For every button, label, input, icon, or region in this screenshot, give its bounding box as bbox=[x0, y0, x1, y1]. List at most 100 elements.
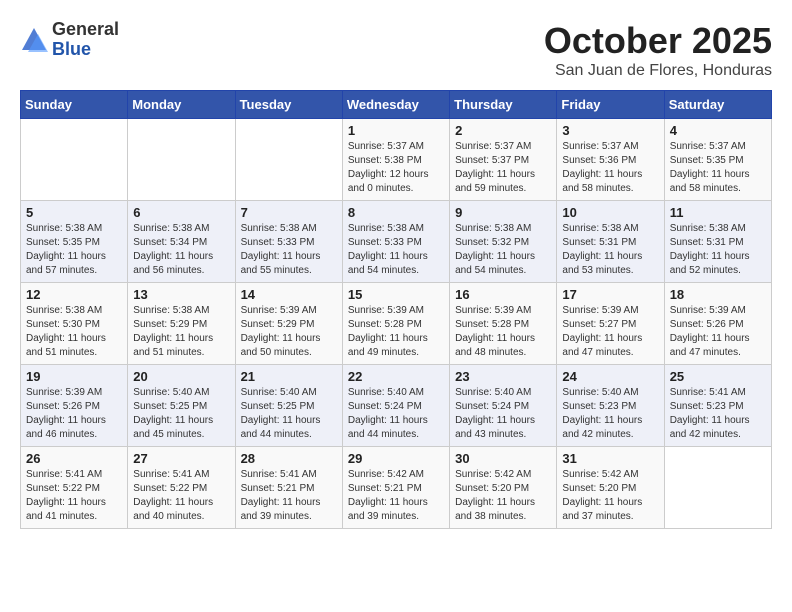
table-row: 13 Sunrise: 5:38 AM Sunset: 5:29 PM Dayli… bbox=[128, 283, 235, 365]
day-info: Sunrise: 5:40 AM Sunset: 5:23 PM Dayligh… bbox=[562, 386, 658, 442]
day-info: Sunrise: 5:39 AM Sunset: 5:26 PM Dayligh… bbox=[26, 386, 122, 442]
header-monday: Monday bbox=[128, 91, 235, 119]
day-number: 27 bbox=[133, 451, 229, 466]
day-number: 20 bbox=[133, 369, 229, 384]
day-number: 8 bbox=[348, 205, 444, 220]
page-header: General Blue October 2025 San Juan de Fl… bbox=[20, 20, 772, 80]
table-row: 2 Sunrise: 5:37 AM Sunset: 5:37 PM Daylig… bbox=[450, 119, 557, 201]
logo-general-text: General bbox=[52, 20, 119, 40]
day-number: 3 bbox=[562, 123, 658, 138]
day-number: 14 bbox=[241, 287, 337, 302]
table-row: 27 Sunrise: 5:41 AM Sunset: 5:22 PM Dayli… bbox=[128, 447, 235, 529]
day-info: Sunrise: 5:38 AM Sunset: 5:31 PM Dayligh… bbox=[670, 222, 766, 278]
day-number: 9 bbox=[455, 205, 551, 220]
table-row: 17Sunrise: 5:39 AM Sunset: 5:27 PM Dayli… bbox=[557, 283, 664, 365]
table-row bbox=[128, 119, 235, 201]
table-row: 14Sunrise: 5:39 AM Sunset: 5:29 PM Dayli… bbox=[235, 283, 342, 365]
table-row: 25 Sunrise: 5:41 AM Sunset: 5:23 PM Dayli… bbox=[664, 365, 771, 447]
day-info: Sunrise: 5:37 AM Sunset: 5:36 PM Dayligh… bbox=[562, 140, 658, 196]
day-info: Sunrise: 5:39 AM Sunset: 5:28 PM Dayligh… bbox=[348, 304, 444, 360]
day-number: 1 bbox=[348, 123, 444, 138]
day-number: 15 bbox=[348, 287, 444, 302]
day-info: Sunrise: 5:42 AM Sunset: 5:21 PM Dayligh… bbox=[348, 468, 444, 524]
day-info: Sunrise: 5:40 AM Sunset: 5:25 PM Dayligh… bbox=[241, 386, 337, 442]
table-row: 12 Sunrise: 5:38 AM Sunset: 5:30 PM Dayli… bbox=[21, 283, 128, 365]
table-row: 30 Sunrise: 5:42 AM Sunset: 5:20 PM Dayli… bbox=[450, 447, 557, 529]
day-number: 23 bbox=[455, 369, 551, 384]
day-number: 19 bbox=[26, 369, 122, 384]
table-row: 31 Sunrise: 5:42 AM Sunset: 5:20 PM Dayli… bbox=[557, 447, 664, 529]
calendar-week-row: 12 Sunrise: 5:38 AM Sunset: 5:30 PM Dayli… bbox=[21, 283, 772, 365]
table-row: 11 Sunrise: 5:38 AM Sunset: 5:31 PM Dayli… bbox=[664, 201, 771, 283]
header-thursday: Thursday bbox=[450, 91, 557, 119]
day-info: Sunrise: 5:38 AM Sunset: 5:33 PM Dayligh… bbox=[241, 222, 337, 278]
day-number: 31 bbox=[562, 451, 658, 466]
day-info: Sunrise: 5:40 AM Sunset: 5:24 PM Dayligh… bbox=[348, 386, 444, 442]
title-area: October 2025 San Juan de Flores, Hondura… bbox=[544, 20, 772, 80]
day-number: 7 bbox=[241, 205, 337, 220]
day-number: 25 bbox=[670, 369, 766, 384]
table-row: 8 Sunrise: 5:38 AM Sunset: 5:33 PM Daylig… bbox=[342, 201, 449, 283]
logo-icon bbox=[20, 26, 48, 54]
weekday-header-row: Sunday Monday Tuesday Wednesday Thursday… bbox=[21, 91, 772, 119]
day-number: 28 bbox=[241, 451, 337, 466]
header-sunday: Sunday bbox=[21, 91, 128, 119]
day-number: 16 bbox=[455, 287, 551, 302]
table-row bbox=[235, 119, 342, 201]
day-info: Sunrise: 5:42 AM Sunset: 5:20 PM Dayligh… bbox=[455, 468, 551, 524]
day-info: Sunrise: 5:41 AM Sunset: 5:22 PM Dayligh… bbox=[133, 468, 229, 524]
logo: General Blue bbox=[20, 20, 119, 60]
day-number: 5 bbox=[26, 205, 122, 220]
table-row: 4Sunrise: 5:37 AM Sunset: 5:35 PM Daylig… bbox=[664, 119, 771, 201]
day-info: Sunrise: 5:38 AM Sunset: 5:30 PM Dayligh… bbox=[26, 304, 122, 360]
location-subtitle: San Juan de Flores, Honduras bbox=[544, 62, 772, 80]
logo-blue-text: Blue bbox=[52, 40, 119, 60]
day-info: Sunrise: 5:38 AM Sunset: 5:31 PM Dayligh… bbox=[562, 222, 658, 278]
table-row: 19 Sunrise: 5:39 AM Sunset: 5:26 PM Dayli… bbox=[21, 365, 128, 447]
day-info: Sunrise: 5:37 AM Sunset: 5:37 PM Dayligh… bbox=[455, 140, 551, 196]
day-number: 4 bbox=[670, 123, 766, 138]
day-info: Sunrise: 5:38 AM Sunset: 5:29 PM Dayligh… bbox=[133, 304, 229, 360]
day-number: 11 bbox=[670, 205, 766, 220]
day-number: 2 bbox=[455, 123, 551, 138]
month-title: October 2025 bbox=[544, 20, 772, 62]
day-number: 26 bbox=[26, 451, 122, 466]
day-info: Sunrise: 5:39 AM Sunset: 5:26 PM Dayligh… bbox=[670, 304, 766, 360]
table-row bbox=[21, 119, 128, 201]
day-info: Sunrise: 5:41 AM Sunset: 5:23 PM Dayligh… bbox=[670, 386, 766, 442]
header-tuesday: Tuesday bbox=[235, 91, 342, 119]
day-info: Sunrise: 5:41 AM Sunset: 5:21 PM Dayligh… bbox=[241, 468, 337, 524]
day-info: Sunrise: 5:37 AM Sunset: 5:38 PM Dayligh… bbox=[348, 140, 444, 196]
table-row: 20 Sunrise: 5:40 AM Sunset: 5:25 PM Dayli… bbox=[128, 365, 235, 447]
day-number: 30 bbox=[455, 451, 551, 466]
calendar-table: Sunday Monday Tuesday Wednesday Thursday… bbox=[20, 90, 772, 529]
header-wednesday: Wednesday bbox=[342, 91, 449, 119]
day-number: 17 bbox=[562, 287, 658, 302]
table-row: 24 Sunrise: 5:40 AM Sunset: 5:23 PM Dayli… bbox=[557, 365, 664, 447]
table-row: 26 Sunrise: 5:41 AM Sunset: 5:22 PM Dayli… bbox=[21, 447, 128, 529]
day-number: 12 bbox=[26, 287, 122, 302]
table-row: 10 Sunrise: 5:38 AM Sunset: 5:31 PM Dayli… bbox=[557, 201, 664, 283]
day-number: 21 bbox=[241, 369, 337, 384]
calendar-week-row: 26 Sunrise: 5:41 AM Sunset: 5:22 PM Dayli… bbox=[21, 447, 772, 529]
table-row: 22 Sunrise: 5:40 AM Sunset: 5:24 PM Dayli… bbox=[342, 365, 449, 447]
table-row: 23Sunrise: 5:40 AM Sunset: 5:24 PM Dayli… bbox=[450, 365, 557, 447]
table-row bbox=[664, 447, 771, 529]
day-info: Sunrise: 5:40 AM Sunset: 5:25 PM Dayligh… bbox=[133, 386, 229, 442]
day-info: Sunrise: 5:39 AM Sunset: 5:28 PM Dayligh… bbox=[455, 304, 551, 360]
day-info: Sunrise: 5:42 AM Sunset: 5:20 PM Dayligh… bbox=[562, 468, 658, 524]
day-info: Sunrise: 5:41 AM Sunset: 5:22 PM Dayligh… bbox=[26, 468, 122, 524]
day-number: 13 bbox=[133, 287, 229, 302]
day-number: 22 bbox=[348, 369, 444, 384]
header-friday: Friday bbox=[557, 91, 664, 119]
table-row: 5 Sunrise: 5:38 AM Sunset: 5:35 PM Daylig… bbox=[21, 201, 128, 283]
day-info: Sunrise: 5:38 AM Sunset: 5:33 PM Dayligh… bbox=[348, 222, 444, 278]
calendar-week-row: 5 Sunrise: 5:38 AM Sunset: 5:35 PM Daylig… bbox=[21, 201, 772, 283]
day-number: 29 bbox=[348, 451, 444, 466]
table-row: 28 Sunrise: 5:41 AM Sunset: 5:21 PM Dayli… bbox=[235, 447, 342, 529]
table-row: 9Sunrise: 5:38 AM Sunset: 5:32 PM Daylig… bbox=[450, 201, 557, 283]
table-row: 18Sunrise: 5:39 AM Sunset: 5:26 PM Dayli… bbox=[664, 283, 771, 365]
day-number: 24 bbox=[562, 369, 658, 384]
day-info: Sunrise: 5:38 AM Sunset: 5:35 PM Dayligh… bbox=[26, 222, 122, 278]
day-number: 10 bbox=[562, 205, 658, 220]
